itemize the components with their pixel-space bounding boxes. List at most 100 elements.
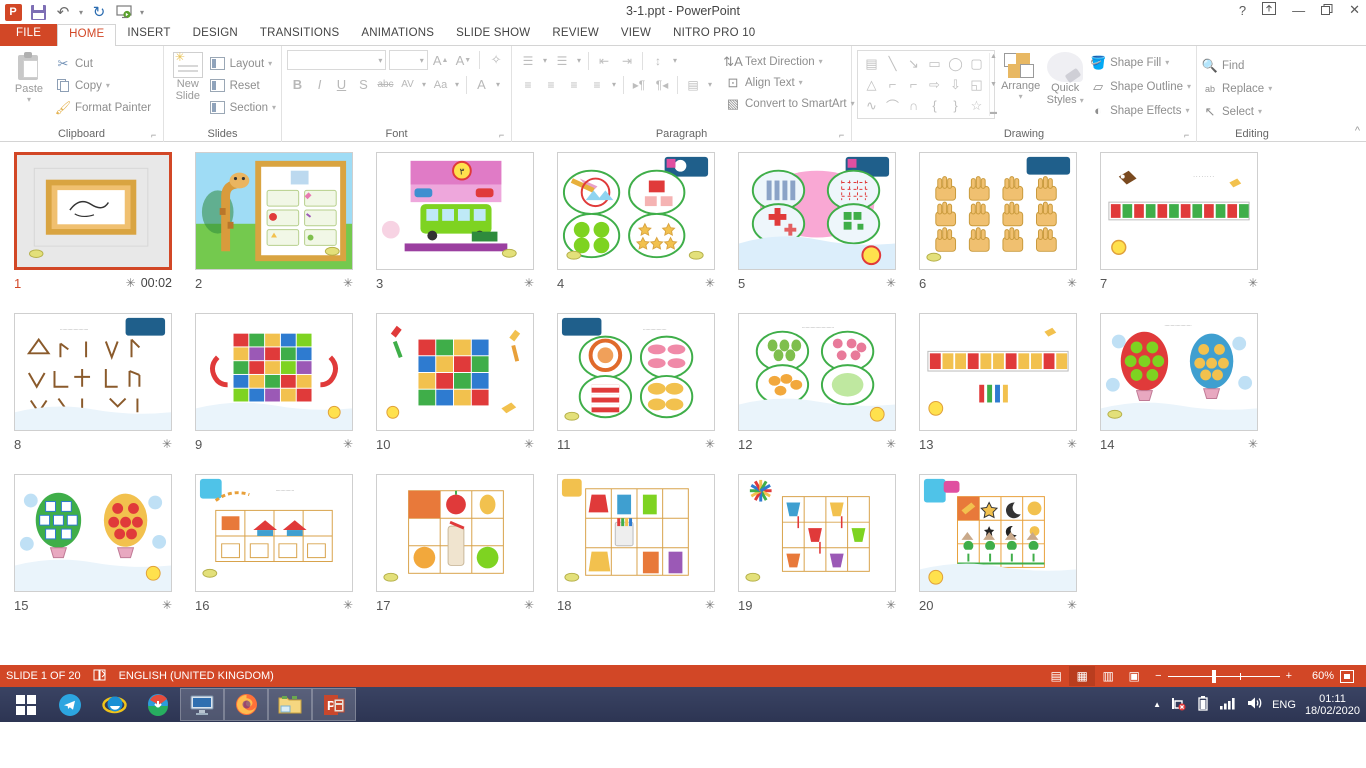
slide-preview[interactable] [195,313,353,431]
zoom-track[interactable] [1168,676,1280,677]
ltr-text-direction-button[interactable]: ▸¶ [628,74,650,95]
clear-formatting-button[interactable]: ✧ [486,50,506,70]
arrange-dropdown-icon[interactable]: ▾ [1001,92,1040,101]
slide-thumbnail-1[interactable]: 1✳00:02 [14,152,195,313]
text-shadow-button[interactable]: S [353,74,374,95]
taskbar-item-file-explorer[interactable] [268,688,312,721]
section-dropdown-icon[interactable]: ▾ [272,103,276,112]
bold-button[interactable]: B [287,74,308,95]
animation-star-icon[interactable]: ✳ [524,276,534,290]
replace-button[interactable]: ab Replace ▾ [1202,79,1302,98]
shape-triangle-icon[interactable]: △ [861,74,882,95]
shape-rectangle-icon[interactable]: ▭ [924,53,945,74]
slide-thumbnail-9[interactable]: 9✳ [195,313,376,474]
replace-dropdown-icon[interactable]: ▾ [1268,84,1272,93]
slide-thumb-wrap[interactable]: ................... [557,313,715,431]
tab-design[interactable]: DESIGN [182,24,249,46]
slide-thumb-wrap[interactable] [919,474,1077,592]
zoom-in-button[interactable]: + [1286,670,1292,682]
animation-star-icon[interactable]: ✳ [343,276,353,290]
shape-right-arrow-icon[interactable]: ⇨ [924,74,945,95]
underline-button[interactable]: U [331,74,352,95]
start-button[interactable] [4,688,48,721]
font-name-dropdown-icon[interactable]: ▾ [376,56,382,65]
paste-dropdown-icon[interactable]: ▾ [5,95,53,104]
animation-star-icon[interactable]: ✳ [343,437,353,451]
restore-button[interactable] [1321,3,1333,18]
slide-preview[interactable] [195,152,353,270]
bullets-dropdown-icon[interactable]: ▾ [540,50,550,71]
fit-to-window-button[interactable] [1334,666,1360,686]
strikethrough-button[interactable]: abc [375,74,396,95]
change-case-dropdown-icon[interactable]: ▾ [452,74,462,95]
shape-outline-dropdown-icon[interactable]: ▾ [1187,82,1191,91]
character-spacing-dropdown-icon[interactable]: ▾ [419,74,429,95]
taskbar-item-firefox[interactable] [224,688,268,721]
section-button[interactable]: Section ▾ [210,98,276,117]
font-color-dropdown-icon[interactable]: ▾ [493,74,503,95]
slide-thumbnail-13[interactable]: 13✳ [919,313,1100,474]
shapes-scroll-down-icon[interactable]: ▼ [990,81,997,88]
decrease-indent-button[interactable]: ⇤ [593,50,615,71]
slide-preview[interactable] [14,152,172,270]
tab-insert[interactable]: INSERT [116,24,181,46]
drawing-dialog-launcher[interactable]: ⌐ [1184,130,1193,139]
tab-file[interactable]: FILE [0,24,57,46]
animation-star-icon[interactable]: ✳ [705,276,715,290]
line-spacing-button[interactable]: ↕ [647,50,669,71]
shape-scribble-icon[interactable]: ∿ [861,95,882,116]
align-center-button[interactable]: ≡ [540,74,562,95]
shape-elbow-connector-icon[interactable]: ⌐ [882,74,903,95]
font-color-button[interactable]: A [471,74,492,95]
font-size-input[interactable]: ▾ [389,50,427,70]
slide-preview[interactable] [738,474,896,592]
animation-star-icon[interactable]: ✳ [886,437,896,451]
select-dropdown-icon[interactable]: ▾ [1258,107,1262,116]
slide-preview[interactable]: ...................... [1100,313,1258,431]
slide-preview[interactable] [376,313,534,431]
animation-star-icon[interactable]: ✳ [1248,437,1258,451]
tab-slide-show[interactable]: SLIDE SHOW [445,24,541,46]
taskbar-item-on-screen-keyboard[interactable] [180,688,224,721]
slide-thumb-wrap[interactable] [557,152,715,270]
slide-thumb-wrap[interactable] [376,474,534,592]
slide-thumb-wrap[interactable]: ۳ [376,152,534,270]
reset-button[interactable]: Reset [210,76,276,95]
numbering-dropdown-icon[interactable]: ▾ [574,50,584,71]
shape-folded-corner-icon[interactable]: ◱ [966,74,987,95]
slide-thumbnail-16[interactable]: ............... 16✳ [195,474,376,635]
tab-view[interactable]: VIEW [610,24,662,46]
convert-to-smartart-button[interactable]: ▧ Convert to SmartArt ▾ [725,94,855,113]
paragraph-dialog-launcher[interactable]: ⌐ [839,130,848,139]
select-button[interactable]: ↖ Select ▾ [1202,102,1302,121]
columns-button[interactable]: ▤ [682,74,704,95]
animation-star-icon[interactable]: ✳ [524,598,534,612]
slide-preview[interactable]: . . . . . . . . [1100,152,1258,270]
close-button[interactable]: ✕ [1349,2,1360,18]
animation-star-icon[interactable]: ✳ [1067,598,1077,612]
align-right-button[interactable]: ≡ [563,74,585,95]
slide-show-button[interactable]: ▣ [1121,666,1147,686]
shape-oval-icon[interactable]: ◯ [945,53,966,74]
proofing-icon[interactable] [93,669,107,684]
cut-button[interactable]: ✂ Cut [55,54,151,73]
slide-thumb-wrap[interactable] [738,474,896,592]
slide-thumbnail-7[interactable]: . . . . . . . . 7✳ [1100,152,1281,313]
shape-right-brace-icon[interactable]: } [945,95,966,116]
shapes-gallery-scrollbar[interactable]: ▲ ▼ ▬ [989,53,997,116]
clock[interactable]: 01:11 18/02/2020 [1305,693,1360,717]
shape-effects-dropdown-icon[interactable]: ▾ [1186,106,1190,115]
shape-rounded-rect-icon[interactable]: ▢ [966,53,987,74]
slide-thumbnail-3[interactable]: ۳ 3✳ [376,152,557,313]
animation-star-icon[interactable]: ✳ [524,437,534,451]
shape-arrow-icon[interactable]: ↘ [903,53,924,74]
slide-thumbnail-10[interactable]: 10✳ [376,313,557,474]
zoom-out-button[interactable]: − [1155,670,1161,682]
slide-thumbnail-20[interactable]: 20✳ [919,474,1100,635]
copy-dropdown-icon[interactable]: ▾ [106,81,110,90]
slide-thumb-wrap[interactable] [557,474,715,592]
align-text-dropdown-icon[interactable]: ▾ [799,78,803,87]
numbering-button[interactable]: ☰ [551,50,573,71]
zoom-slider[interactable]: − + [1155,670,1292,682]
shape-arc-icon[interactable]: ⌒ [882,95,903,116]
